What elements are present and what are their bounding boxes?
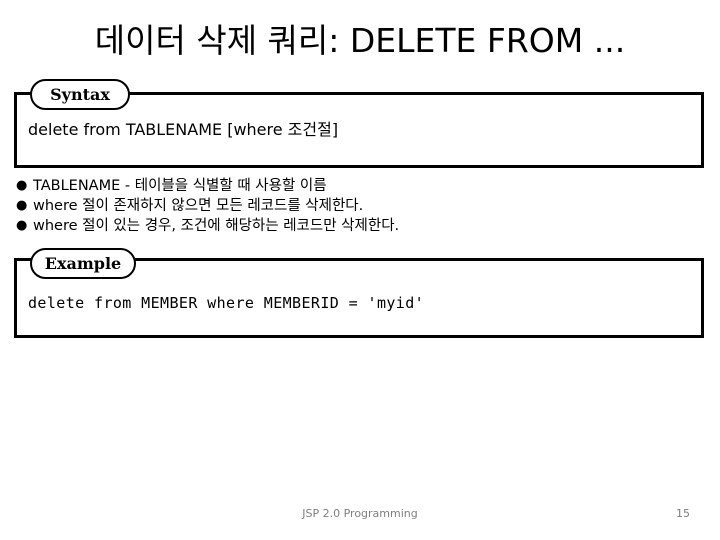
slide-canvas: 데이터 삭제 쿼리: DELETE FROM ... Syntax delete… — [0, 0, 720, 540]
example-code-text: delete from MEMBER where MEMBERID = 'myi… — [28, 294, 425, 312]
bullet-icon: ● — [16, 178, 28, 193]
list-item: ● where 절이 있는 경우, 조건에 해당하는 레코드만 삭제한다. — [16, 216, 656, 236]
footer-page-number: 15 — [676, 507, 690, 520]
list-item: ● TABLENAME - 테이블을 식별할 때 사용할 이름 — [16, 176, 656, 196]
example-tab-label: Example — [30, 248, 136, 279]
bullet-icon: ● — [16, 218, 28, 233]
syntax-tab-label: Syntax — [30, 79, 130, 110]
list-item-label: where 절이 존재하지 않으면 모든 레코드를 삭제한다. — [33, 198, 364, 214]
list-item-label: TABLENAME - 테이블을 식별할 때 사용할 이름 — [33, 178, 327, 194]
syntax-code-text: delete from TABLENAME [where 조건절] — [28, 120, 339, 139]
footer-course-label: JSP 2.0 Programming — [302, 507, 418, 520]
page-title: 데이터 삭제 쿼리: DELETE FROM ... — [94, 21, 626, 60]
notes-list: ● TABLENAME - 테이블을 식별할 때 사용할 이름 ● where … — [16, 176, 656, 236]
list-item-label: where 절이 있는 경우, 조건에 해당하는 레코드만 삭제한다. — [33, 218, 400, 234]
bullet-icon: ● — [16, 198, 28, 213]
list-item: ● where 절이 존재하지 않으면 모든 레코드를 삭제한다. — [16, 196, 656, 216]
